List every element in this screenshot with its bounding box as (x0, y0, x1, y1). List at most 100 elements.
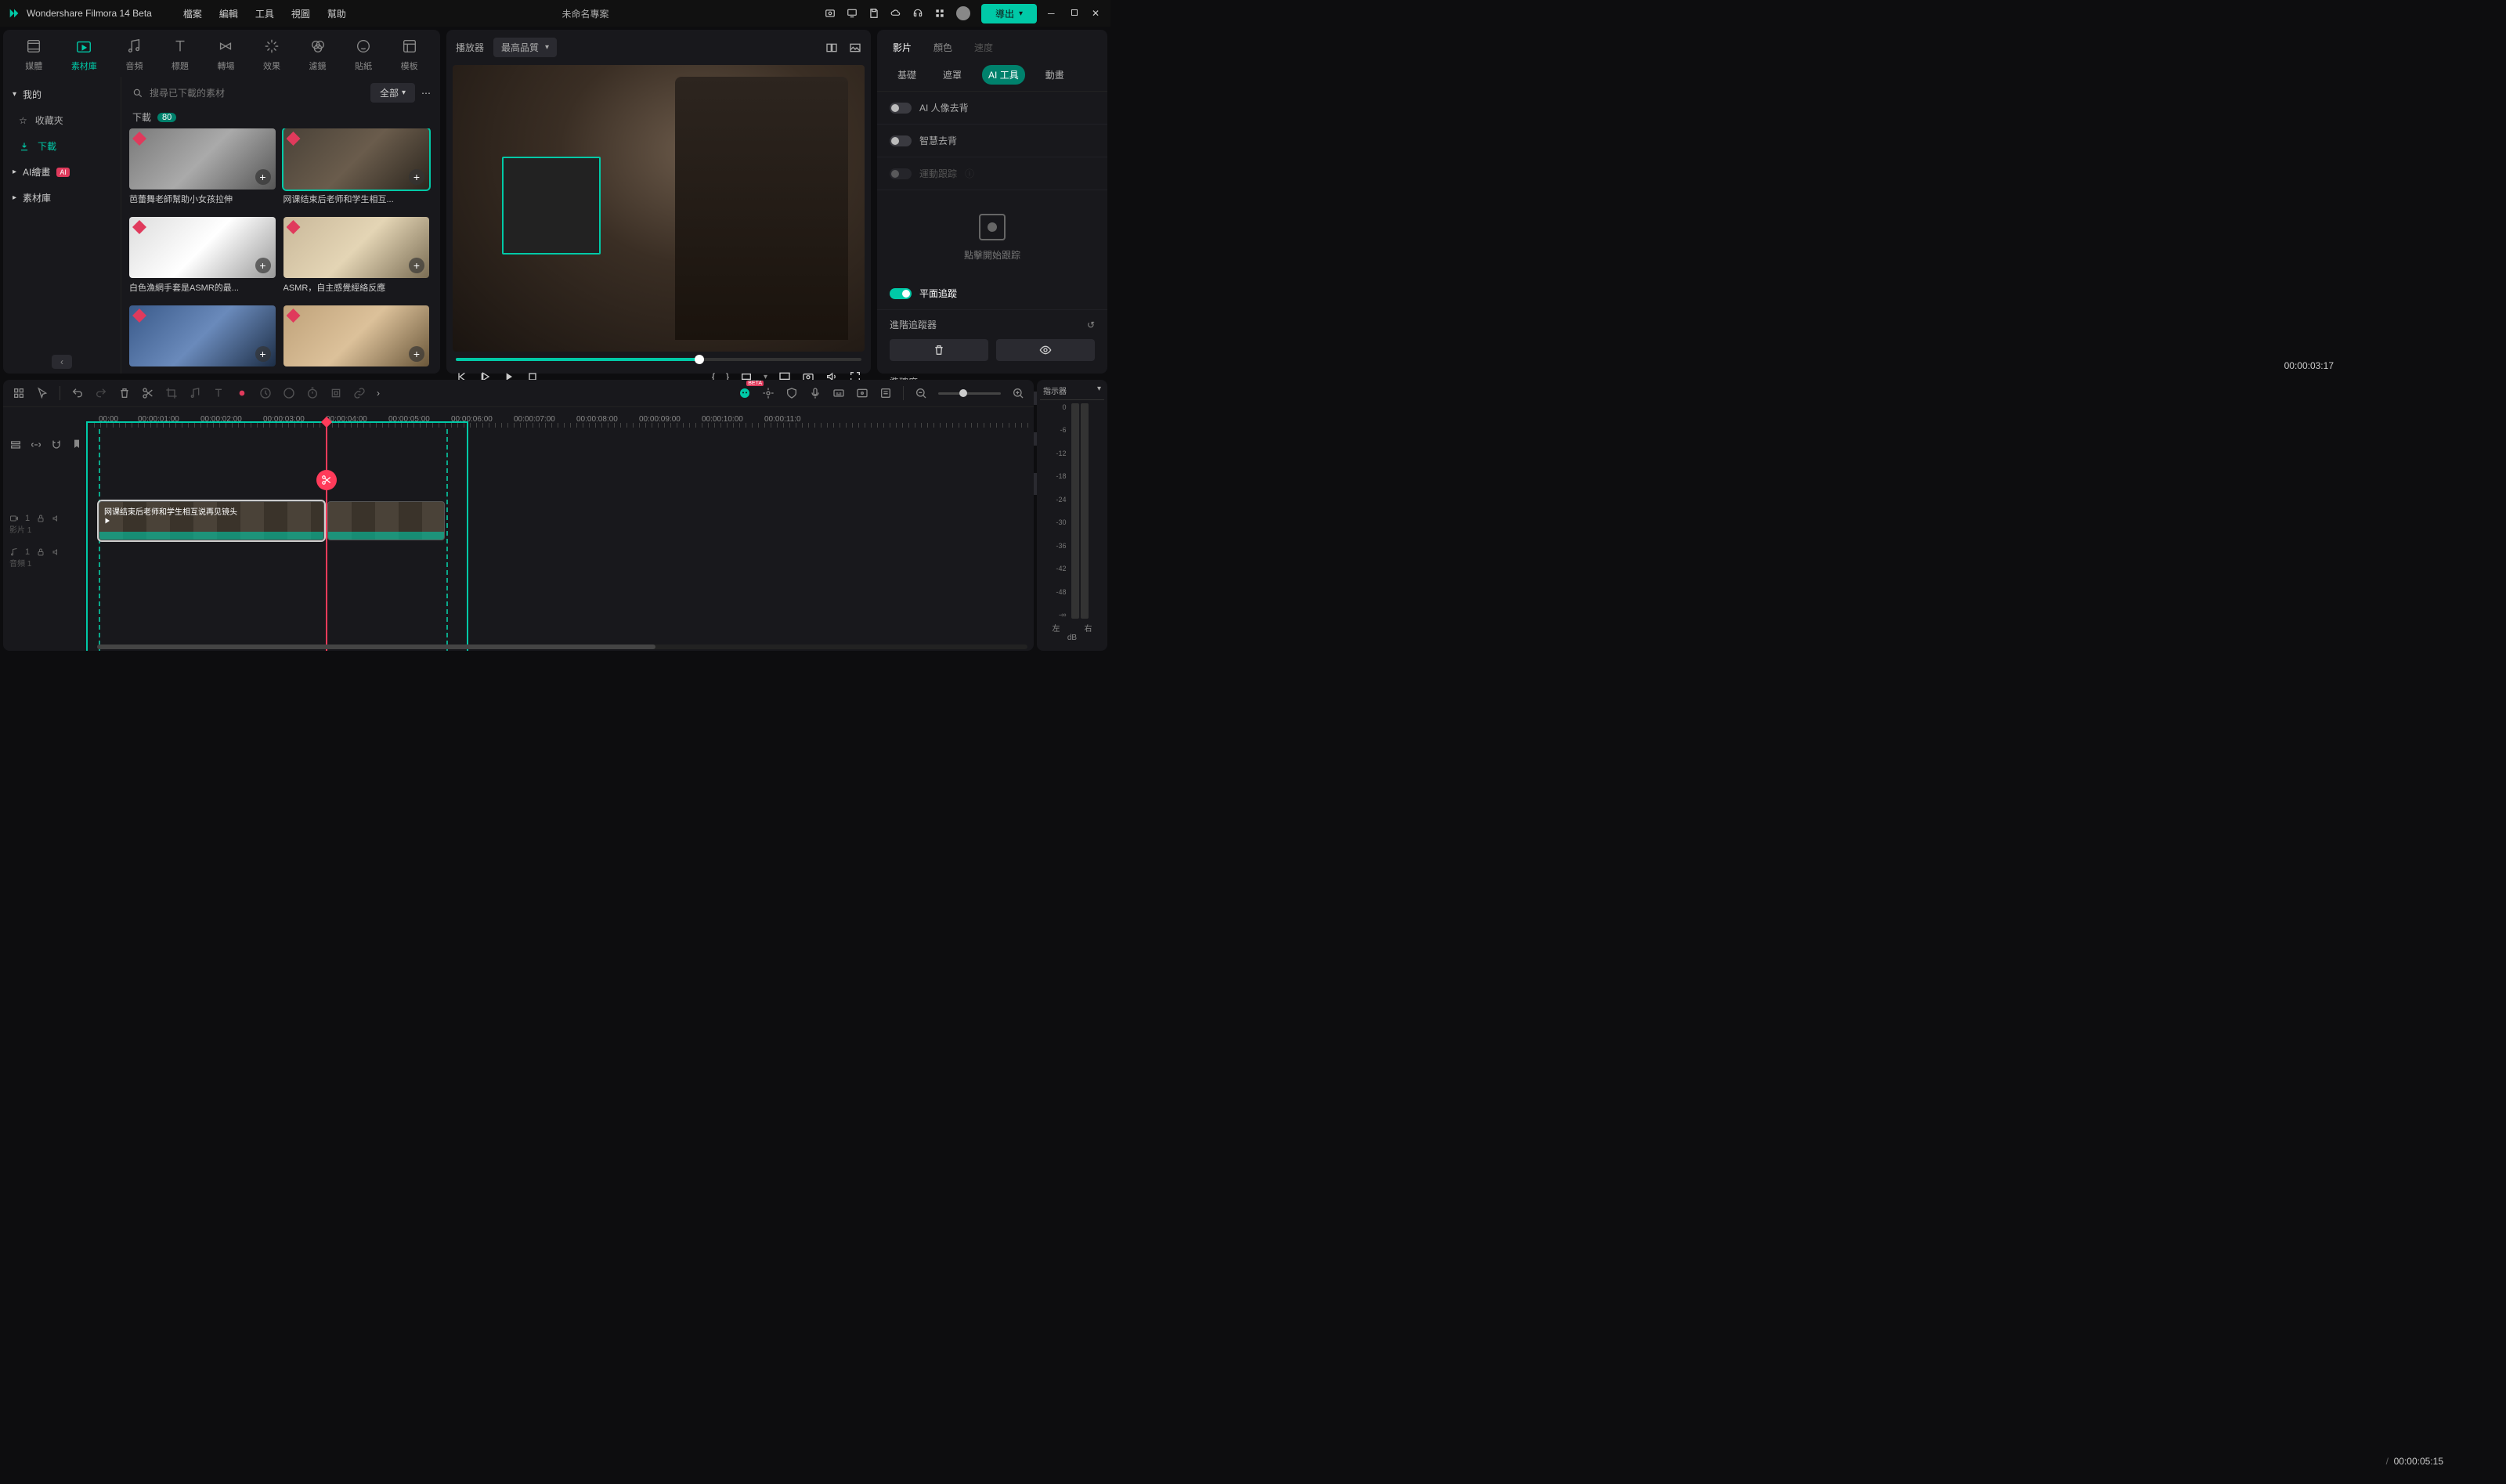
menu-view[interactable]: 視圖 (291, 7, 310, 20)
crop-icon[interactable] (165, 387, 178, 399)
help-icon[interactable]: ⓘ (965, 167, 974, 180)
timeline-scrollbar[interactable] (97, 645, 1027, 649)
media-item[interactable]: + (129, 305, 276, 374)
media-item[interactable]: +芭蕾舞老師幫助小女孩拉伸 (129, 128, 276, 209)
zoom-out-icon[interactable] (915, 387, 927, 399)
user-avatar[interactable] (956, 6, 970, 20)
add-icon[interactable]: + (255, 346, 271, 362)
add-icon[interactable]: + (409, 169, 424, 185)
export-button[interactable]: 導出 ▾ (981, 4, 1037, 23)
text-timeline-icon[interactable] (212, 387, 225, 399)
menu-help[interactable]: 幫助 (327, 7, 346, 20)
select-tool-icon[interactable] (13, 387, 25, 399)
inspector-tab-color[interactable]: 顏色 (933, 41, 952, 54)
track-add-icon[interactable] (9, 439, 22, 451)
more-options-icon[interactable]: ⋯ (421, 88, 431, 99)
playhead-cut-button[interactable] (316, 470, 337, 490)
sidebar-item-downloads[interactable]: 下載 (3, 133, 121, 159)
sidebar-item-ai-paint[interactable]: ▸AI繪畫AI (3, 159, 121, 185)
tab-stickers[interactable]: 貼紙 (355, 38, 372, 72)
tab-effects[interactable]: 效果 (263, 38, 280, 72)
search-input[interactable] (150, 88, 364, 99)
cloud-icon[interactable] (890, 8, 901, 19)
inspector-tab-speed[interactable]: 速度 (974, 41, 993, 54)
tab-stock[interactable]: 素材庫 (71, 38, 97, 72)
subtitle-icon[interactable] (832, 387, 845, 399)
link-tracks-icon[interactable] (30, 439, 42, 451)
support-icon[interactable] (912, 8, 923, 19)
inspector-tab-video[interactable]: 影片 (893, 41, 912, 54)
speed-icon[interactable] (259, 387, 272, 399)
cursor-tool-icon[interactable] (36, 387, 49, 399)
lock-icon[interactable] (36, 547, 45, 557)
shield-icon[interactable] (785, 387, 798, 399)
out-point-marker[interactable] (446, 429, 448, 651)
toggle-smart-bg[interactable] (890, 135, 912, 146)
timeline-clip[interactable]: 网课结束后老师和学生相互说再见镜头 (99, 501, 324, 540)
zoom-slider[interactable] (938, 392, 1001, 395)
record-icon[interactable] (236, 387, 248, 399)
delete-tracker-button[interactable] (890, 339, 988, 361)
timer-icon[interactable] (306, 387, 319, 399)
mic-icon[interactable] (809, 387, 821, 399)
tab-templates[interactable]: 模板 (401, 38, 418, 72)
toggle-motion-tracking[interactable] (890, 168, 912, 179)
screenshot-icon[interactable] (825, 8, 836, 19)
zoom-in-icon[interactable] (1012, 387, 1024, 399)
color-icon[interactable] (283, 387, 295, 399)
display-icon[interactable] (847, 8, 858, 19)
compare-view-icon[interactable] (825, 42, 838, 54)
add-icon[interactable]: + (409, 258, 424, 273)
apps-icon[interactable] (934, 8, 945, 19)
subtab-animation[interactable]: 動畫 (1039, 65, 1071, 85)
zoom-knob[interactable] (959, 389, 967, 397)
undo-icon[interactable] (71, 387, 84, 399)
timeline-tracks[interactable]: 00:00 00:00:01:00 00:00:02:00 00:00:03:0… (94, 407, 1034, 651)
reset-tracker-icon[interactable]: ↺ (1087, 320, 1095, 330)
link-icon[interactable] (353, 387, 366, 399)
magnet-icon[interactable] (50, 439, 63, 451)
seek-knob[interactable] (695, 355, 704, 364)
tab-filters[interactable]: 濾鏡 (309, 38, 327, 72)
redo-icon[interactable] (95, 387, 107, 399)
menu-edit[interactable]: 編輯 (219, 7, 238, 20)
timeline-clip[interactable] (327, 501, 445, 540)
ai-copilot-icon[interactable] (738, 387, 751, 399)
add-icon[interactable]: + (255, 258, 271, 273)
toggle-ai-portrait[interactable] (890, 103, 912, 114)
minimize-icon[interactable]: ─ (1048, 8, 1059, 19)
mute-icon[interactable] (52, 547, 61, 557)
planar-track-box[interactable] (502, 157, 601, 254)
audio-edit-icon[interactable] (189, 387, 201, 399)
tab-audio[interactable]: 音頻 (125, 38, 143, 72)
subtab-mask[interactable]: 遮罩 (937, 65, 968, 85)
subtab-ai-tools[interactable]: AI 工具 (982, 65, 1025, 85)
sidebar-head-mine[interactable]: ▾我的 (3, 81, 121, 107)
marker-list-icon[interactable] (879, 387, 892, 399)
tab-transitions[interactable]: 轉場 (217, 38, 234, 72)
audio-track-header[interactable]: 1 (9, 547, 88, 557)
video-track-header[interactable]: 1 (9, 514, 88, 523)
menu-tools[interactable]: 工具 (255, 7, 274, 20)
preview-viewport[interactable] (453, 65, 865, 352)
sidebar-item-stock[interactable]: ▸素材庫 (3, 185, 121, 211)
show-tracker-button[interactable] (996, 339, 1095, 361)
auto-reframe-icon[interactable] (330, 387, 342, 399)
quality-dropdown[interactable]: 最高品質▾ (493, 38, 557, 57)
toggle-planar-tracking[interactable] (890, 288, 912, 299)
split-icon[interactable] (142, 387, 154, 399)
tab-media[interactable]: 媒體 (25, 38, 42, 72)
marker-icon[interactable] (70, 439, 83, 451)
timeline-ruler[interactable]: 00:00 00:00:01:00 00:00:02:00 00:00:03:0… (94, 412, 1034, 428)
lock-icon[interactable] (36, 514, 45, 523)
image-icon[interactable] (849, 42, 861, 54)
add-icon[interactable]: + (255, 169, 271, 185)
sidebar-collapse-button[interactable]: ‹ (52, 355, 72, 369)
tab-titles[interactable]: 標題 (172, 38, 189, 72)
filter-all-dropdown[interactable]: 全部▾ (370, 83, 415, 103)
media-item[interactable]: +ASMR，自主感覺經絡反應 (283, 217, 430, 298)
menu-file[interactable]: 檔案 (183, 7, 202, 20)
delete-icon[interactable] (118, 387, 131, 399)
chevron-down-icon[interactable]: ▾ (1097, 385, 1101, 396)
media-item[interactable]: +白色漁網手套是ASMR的最... (129, 217, 276, 298)
